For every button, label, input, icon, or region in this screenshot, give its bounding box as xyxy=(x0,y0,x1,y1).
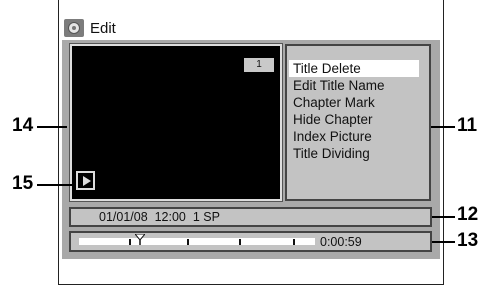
callout-13: 13 xyxy=(457,230,479,251)
video-preview: 1 xyxy=(70,44,282,201)
page-title: Edit xyxy=(90,19,116,37)
menu-item-title-dividing[interactable]: Title Dividing xyxy=(289,145,419,162)
chapter-tick xyxy=(239,239,241,245)
chapter-tick xyxy=(187,239,189,245)
menu-item-title-delete[interactable]: Title Delete xyxy=(289,60,419,77)
play-icon xyxy=(76,171,95,190)
callout-14: 14 xyxy=(12,115,34,136)
callout-15-line xyxy=(37,184,72,186)
timeline-track xyxy=(79,234,315,245)
position-cursor-icon xyxy=(135,234,145,245)
recording-info-bar: 01/01/08 12:00 1 SP xyxy=(69,207,432,227)
callout-11: 11 xyxy=(457,115,478,136)
callout-13-line xyxy=(432,241,455,243)
chapter-tick xyxy=(293,239,295,245)
timeline-bar: 0:00:59 xyxy=(69,231,432,252)
title-number-badge: 1 xyxy=(244,58,274,72)
callout-12: 12 xyxy=(457,204,479,225)
menu-item-index-picture[interactable]: Index Picture xyxy=(289,128,419,145)
title-bar: Edit xyxy=(64,14,444,42)
callout-15: 15 xyxy=(12,173,34,194)
elapsed-time: 0:00:59 xyxy=(320,235,362,249)
disc-icon xyxy=(64,19,84,37)
callout-11-line xyxy=(431,126,455,128)
chapter-tick xyxy=(129,239,131,245)
menu-item-chapter-mark[interactable]: Chapter Mark xyxy=(289,94,419,111)
menu-item-hide-chapter[interactable]: Hide Chapter xyxy=(289,111,419,128)
edit-menu: Title Delete Edit Title Name Chapter Mar… xyxy=(285,44,431,201)
callout-14-line xyxy=(37,126,67,128)
callout-12-line xyxy=(432,216,455,218)
menu-item-edit-title-name[interactable]: Edit Title Name xyxy=(289,77,419,94)
